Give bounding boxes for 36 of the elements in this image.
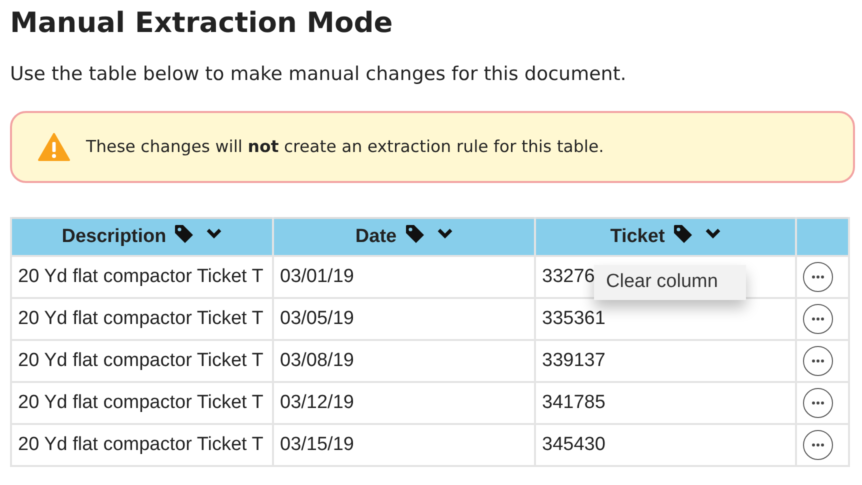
tag-icon[interactable] [672,224,693,244]
column-header[interactable]: Date [355,226,397,247]
warning-icon [38,133,70,162]
tag-icon[interactable] [404,224,425,244]
more-options-button[interactable] [803,262,833,292]
table-cell: 20 Yd flat compactor Ticket T [11,340,273,382]
table-cell: 20 Yd flat compactor Ticket T [11,298,273,340]
more-options-button[interactable] [803,430,833,460]
chevron-down-icon[interactable] [704,228,721,240]
table-cell: 341785 [535,382,796,424]
more-options-button[interactable] [803,304,833,334]
chevron-down-icon[interactable] [436,228,453,240]
ellipsis-icon [811,443,825,448]
table-cell: 03/05/19 [273,298,535,340]
table-cell: 345430 [535,424,796,466]
menu-item[interactable]: Clear column [606,268,734,296]
more-options-button[interactable] [803,388,833,418]
tag-icon[interactable] [174,224,194,244]
page-description: Use the table below to make manual changes for this document. [10,62,628,87]
warning-message: These changes will not create an extraction rule for this table. [86,136,604,158]
more-options-button[interactable] [803,346,833,376]
table-cell: 03/15/19 [273,424,535,466]
table-cell: 20 Yd flat compactor Ticket T [11,424,273,466]
table-cell: 20 Yd flat compactor Ticket T [11,382,273,424]
ellipsis-icon [811,401,825,406]
column-header[interactable]: Ticket [610,226,665,247]
ellipsis-icon [811,275,825,280]
table-cell: 20 Yd flat compactor Ticket T [11,256,273,298]
ellipsis-icon [811,317,825,322]
table-cell: 03/08/19 [273,340,535,382]
table-cell: 03/12/19 [273,382,535,424]
ellipsis-icon [811,359,825,364]
table-cell: 339137 [535,340,796,382]
table-cell: 03/01/19 [273,256,535,298]
page-title: Manual Extraction Mode [10,6,394,40]
chevron-down-icon[interactable] [206,228,222,240]
